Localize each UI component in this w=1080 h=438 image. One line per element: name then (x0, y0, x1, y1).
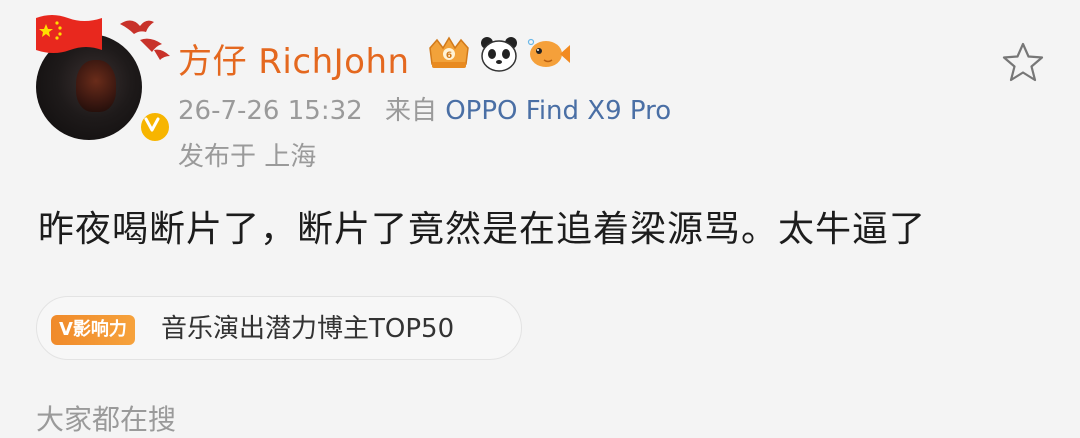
influence-tag[interactable]: V影响力 音乐演出潜力博主TOP50 (36, 296, 522, 360)
trending-search-title: 大家都在搜 (36, 403, 177, 436)
influence-badge: V影响力 (51, 315, 135, 345)
device-link[interactable]: OPPO Find X9 Pro (445, 96, 671, 126)
username[interactable]: 方仔 RichJohn (178, 34, 410, 83)
source-prefix: 来自 (384, 96, 437, 126)
weibo-post: 方仔 RichJohn 6 26-7-26 15:32 来自 OPPO Find… (0, 0, 1080, 436)
avatar-face (76, 60, 116, 112)
post-text: 昨夜喝断片了，断片了竟然是在追着梁源骂。太牛逼了 (38, 209, 927, 250)
panda-icon[interactable] (478, 34, 520, 78)
user-badges: 6 (426, 34, 572, 78)
post-location: 发布于 上海 (178, 142, 317, 172)
avatar-area[interactable] (32, 10, 172, 144)
svg-text:6: 6 (446, 51, 452, 61)
influence-rank-text: 音乐演出潜力博主TOP50 (161, 314, 455, 344)
verified-v-icon (138, 110, 172, 144)
post-meta: 26-7-26 15:32 来自 OPPO Find X9 Pro (178, 90, 671, 127)
post-timestamp: 26-7-26 15:32 (178, 96, 363, 126)
favorite-star-icon[interactable] (1000, 40, 1046, 84)
crown-fan-badge-icon[interactable]: 6 (426, 34, 472, 78)
bird-silhouette-icon (120, 20, 170, 60)
china-flag-icon (36, 15, 102, 53)
fish-icon[interactable] (526, 34, 572, 78)
